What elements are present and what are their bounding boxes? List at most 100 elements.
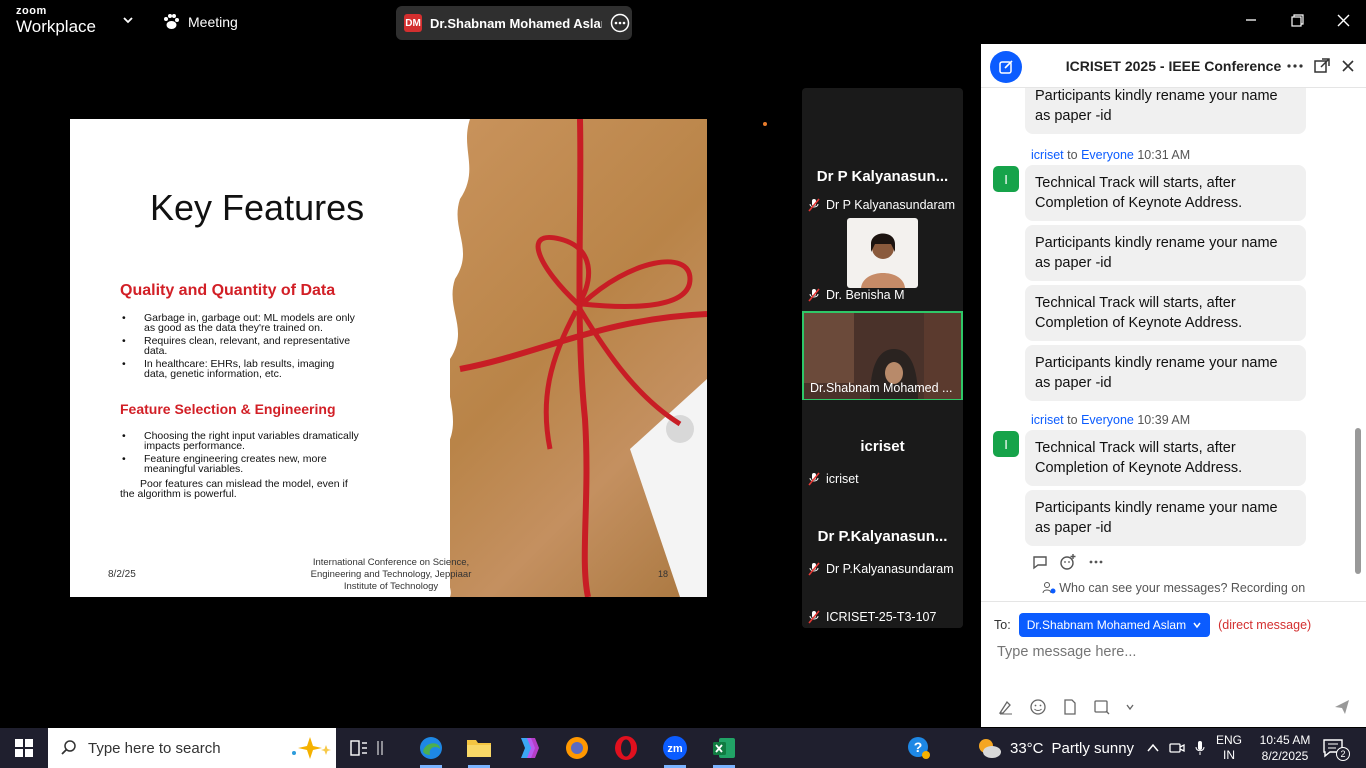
sender-name[interactable]: icriset xyxy=(1031,413,1064,427)
language-indicator[interactable]: ENG IN xyxy=(1216,733,1242,763)
participant-name: icriset xyxy=(826,472,859,486)
file-explorer-app[interactable] xyxy=(456,728,502,768)
participant-name: ICRISET-25-T3-107 xyxy=(826,610,937,624)
zoom-workplace-logo[interactable]: zoom Workplace xyxy=(16,6,96,36)
chat-message: Technical Track will starts, after Compl… xyxy=(1025,285,1306,341)
restore-button[interactable] xyxy=(1274,0,1320,40)
start-button[interactable] xyxy=(0,728,48,768)
mic-muted-icon xyxy=(808,610,820,624)
participant-label: Dr. Benisha M xyxy=(808,288,905,302)
participant-strip: Dr P Kalyanasun... Dr P Kalyanasundaram … xyxy=(802,88,963,628)
message-input[interactable] xyxy=(997,644,1337,660)
participant-display-name: Dr P Kalyanasun... xyxy=(816,168,949,185)
mic-muted-icon xyxy=(808,198,820,212)
minimize-icon xyxy=(1246,19,1256,21)
pop-out-icon[interactable] xyxy=(1312,56,1332,76)
search-icon xyxy=(61,740,76,755)
share-name: Dr.Shabnam Mohamed Aslam's screen xyxy=(430,15,602,31)
excel-app[interactable] xyxy=(701,728,747,768)
close-chat-icon[interactable] xyxy=(1338,56,1358,76)
meeting-menu-button[interactable]: Meeting xyxy=(162,10,238,34)
meeting-label: Meeting xyxy=(188,14,238,30)
participant-tile[interactable]: icriset icriset xyxy=(802,400,963,490)
weather-widget[interactable]: 33°C Partly sunny xyxy=(976,728,1134,768)
slide-title: Key Features xyxy=(150,187,365,228)
copilot-app[interactable] xyxy=(505,728,551,768)
shared-screen[interactable]: Key Features Quality and Quantity of Dat… xyxy=(6,119,771,597)
participant-tile[interactable]: Dr P.Kalyanasun... Dr P.Kalyanasundaram xyxy=(802,490,963,580)
participant-tile[interactable]: ICRISET-25-T3-107 xyxy=(802,580,963,628)
file-icon[interactable] xyxy=(1061,698,1079,716)
edge-app[interactable] xyxy=(408,728,454,768)
chevron-up-icon xyxy=(1147,743,1159,752)
zoom-app[interactable]: zm xyxy=(652,728,698,768)
title-bar: zoom Workplace Meeting DM Dr.Shabnam Moh… xyxy=(0,0,1366,44)
chat-scrollbar[interactable] xyxy=(1355,428,1361,574)
message-sender-line: icriset to Everyone 10:31 AM xyxy=(1031,148,1190,162)
send-icon[interactable] xyxy=(1333,698,1351,716)
participant-tile[interactable]: Dr P Kalyanasun... Dr P Kalyanasundaram xyxy=(802,126,963,216)
participant-label: Dr.Shabnam Mohamed ... xyxy=(810,381,952,395)
section2-heading: Feature Selection & Engineering xyxy=(120,401,336,417)
sender-audience[interactable]: Everyone xyxy=(1081,413,1134,427)
search-placeholder: Type here to search xyxy=(88,739,221,757)
chat-message: Participants kindly rename your name as … xyxy=(1025,490,1306,546)
chevron-down-icon[interactable] xyxy=(120,12,136,28)
privacy-notice[interactable]: Who can see your messages? Recording on xyxy=(981,576,1366,602)
participant-name: Dr P Kalyanasundaram xyxy=(826,198,956,212)
recipient-select[interactable]: Dr.Shabnam Mohamed Aslam xyxy=(1018,613,1211,637)
microphone-tray[interactable] xyxy=(1190,728,1210,768)
copilot-icon xyxy=(521,738,539,758)
avatar[interactable]: I xyxy=(993,166,1019,192)
help-tray-button[interactable]: ? xyxy=(900,728,938,768)
participant-label: icriset xyxy=(808,472,859,486)
show-hidden-icons[interactable] xyxy=(1142,728,1164,768)
more-icon[interactable] xyxy=(1285,56,1305,76)
participant-label: ICRISET-25-T3-107 xyxy=(808,610,936,624)
screenshot-icon[interactable] xyxy=(1093,698,1111,716)
slide-page-number: 18 xyxy=(658,569,669,579)
bullet-text: Requires clean, relevant, and representa… xyxy=(144,335,351,357)
browser-app[interactable] xyxy=(554,728,600,768)
brand-bottom: Workplace xyxy=(16,17,96,36)
chevron-down-icon[interactable] xyxy=(1125,702,1135,712)
clock-date: 8/2/2025 xyxy=(1261,749,1309,763)
sender-audience[interactable]: Everyone xyxy=(1081,148,1134,162)
format-icon[interactable] xyxy=(997,698,1015,716)
notification-center-button[interactable]: 2 xyxy=(1322,738,1350,765)
add-reaction-icon[interactable] xyxy=(1059,553,1077,571)
minimize-button[interactable] xyxy=(1228,0,1274,40)
privacy-text: Who can see your messages? Recording on xyxy=(1059,581,1306,595)
participant-tile[interactable]: Dr. Benisha M xyxy=(802,216,963,306)
zoom-icon: zm xyxy=(663,736,687,760)
recipient-row: To: Dr.Shabnam Mohamed Aslam (direct mes… xyxy=(994,613,1311,637)
lang-line2: IN xyxy=(1223,748,1235,762)
bullet-text: In healthcare: EHRs, lab results, imagin… xyxy=(144,358,335,380)
bullet-item: • Feature engineering creates new, more m… xyxy=(120,454,360,475)
bullet-item: • Garbage in, garbage out: ML models are … xyxy=(120,313,360,334)
opera-icon xyxy=(615,736,637,760)
close-window-button[interactable] xyxy=(1320,0,1366,40)
message-sender-line: icriset to Everyone 10:39 AM xyxy=(1031,413,1190,427)
opera-app[interactable] xyxy=(603,728,649,768)
section1-heading: Quality and Quantity of Data xyxy=(120,282,336,299)
screen-share-tab[interactable]: DM Dr.Shabnam Mohamed Aslam's screen xyxy=(396,6,632,40)
emoji-icon[interactable] xyxy=(1029,698,1047,716)
sender-name[interactable]: icriset xyxy=(1031,148,1064,162)
chat-header: ICRISET 2025 - IEEE Conference xyxy=(981,44,1366,88)
more-icon[interactable] xyxy=(1087,553,1105,571)
chat-message: Participants kindly rename your name as … xyxy=(1025,225,1306,281)
avatar[interactable]: I xyxy=(993,431,1019,457)
more-options-icon[interactable] xyxy=(610,13,630,33)
meet-now-tray[interactable] xyxy=(1166,728,1188,768)
clock[interactable]: 10:45 AM 8/2/2025 xyxy=(1252,732,1318,764)
excel-icon xyxy=(713,738,735,758)
recipient-name: Dr.Shabnam Mohamed Aslam xyxy=(1026,618,1187,632)
bullet-item: • In healthcare: EHRs, lab results, imagi… xyxy=(120,358,360,380)
separator-icon xyxy=(377,741,383,755)
participant-tile-active-speaker[interactable]: Dr.Shabnam Mohamed ... xyxy=(802,311,963,401)
bullet-item: • Requires clean, relevant, and represent… xyxy=(120,335,360,357)
taskbar-search[interactable]: Type here to search xyxy=(48,728,336,768)
chat-message-list[interactable]: Participants kindly rename your name as … xyxy=(981,88,1353,578)
reply-icon[interactable] xyxy=(1031,553,1049,571)
